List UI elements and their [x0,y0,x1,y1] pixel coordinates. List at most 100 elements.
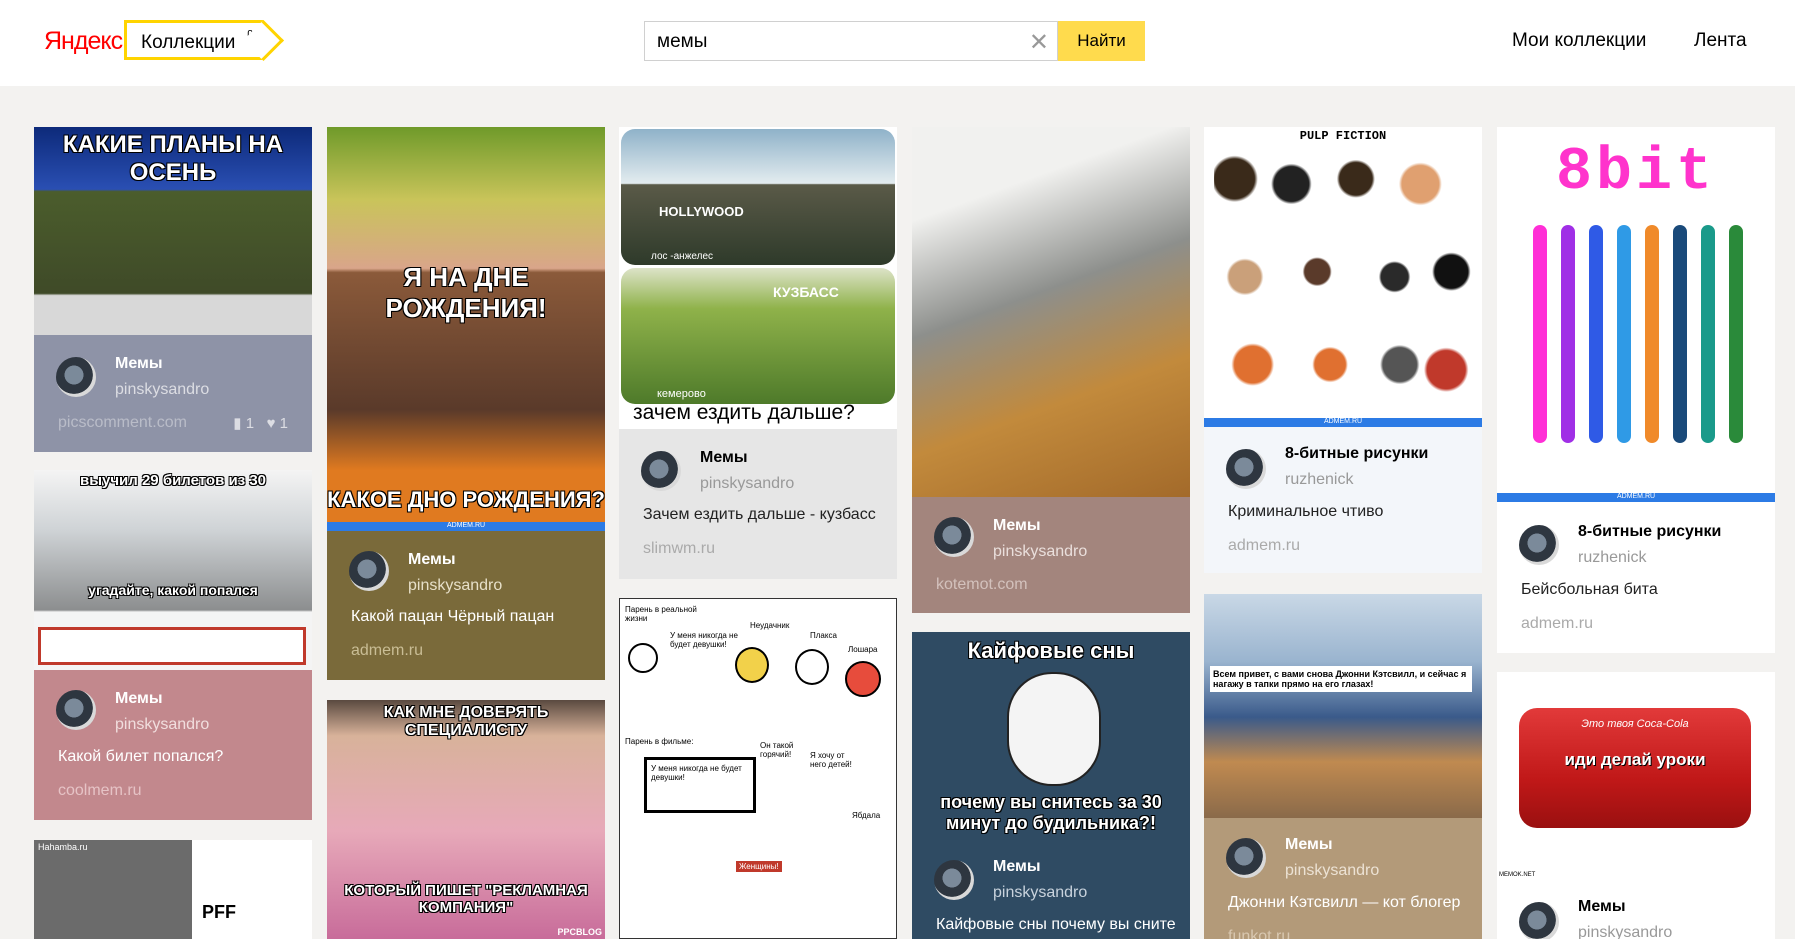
comic-text: Парень в реальной жизни [625,605,697,623]
card-title[interactable]: Джонни Кэтсвилл — кот блогер [1228,894,1468,912]
user-name[interactable]: pinskysandro [993,543,1087,561]
collection-name[interactable]: Мемы [1285,836,1333,854]
card-image[interactable]: КАК МНЕ ДОВЕРЯТЬ СПЕЦИАЛИСТУ КОТОРЫЙ ПИШ… [327,700,605,939]
watermark: ADMEM.RU [1204,418,1482,427]
bookmark-icon[interactable]: ▮ [233,415,241,432]
card-title[interactable]: Бейсбольная бита [1521,581,1761,599]
card[interactable]: Это твоя Coca-Cola иди делай уроки MEMOK… [1497,672,1775,939]
avatar[interactable] [56,690,96,730]
source-link[interactable]: picscomment.com [58,414,187,432]
user-name[interactable]: ruzhenick [1285,471,1353,489]
collection-name[interactable]: Мемы [1578,898,1626,916]
avatar[interactable] [56,357,96,397]
card-image[interactable]: PULP FICTION ADMEM.RU [1204,127,1482,427]
card[interactable]: Всем привет, с вами снова Джонни Кэтсвил… [1204,594,1482,939]
avatar[interactable] [1519,902,1559,939]
card-image[interactable]: Это твоя Coca-Cola иди делай уроки MEMOK… [1497,672,1775,882]
collection-name[interactable]: 8-битные рисунки [1578,523,1721,541]
bat-shape [1701,225,1715,443]
collections-logo[interactable]: Коллекции β [124,19,285,62]
bookmark-count: 1 [245,415,255,432]
card[interactable]: КАКИЕ ПЛАНЫ НА ОСЕНЬ Мемы pinskysandro p… [34,127,312,452]
card-image[interactable]: Я НА ДНЕ РОЖДЕНИЯ! КАКОЕ ДНО РОЖДЕНИЯ? A… [327,127,605,531]
user-name[interactable]: pinskysandro [115,381,209,399]
card[interactable]: Кайфовые сны почему вы снитесь за 30 мин… [912,632,1190,939]
header: Яндекс Коллекции β ✕ Найти Мои коллекции… [0,0,1795,86]
source-link[interactable]: admem.ru [1521,615,1593,633]
my-collections-link[interactable]: Мои коллекции [1512,30,1646,52]
collection-name[interactable]: Мемы [115,690,163,708]
clear-icon[interactable]: ✕ [1029,28,1049,57]
user-name[interactable]: pinskysandro [408,577,502,595]
user-name[interactable]: ruzhenick [1578,549,1646,567]
feed-link[interactable]: Лента [1694,30,1747,52]
avatar[interactable] [349,551,389,591]
user-name[interactable]: pinskysandro [993,884,1087,902]
card[interactable]: Я НА ДНЕ РОЖДЕНИЯ! КАКОЕ ДНО РОЖДЕНИЯ? A… [327,127,605,680]
comic-text: Неудачник [750,621,790,630]
bat-shape [1617,225,1631,443]
collection-name[interactable]: 8-битные рисунки [1285,445,1428,463]
user-name[interactable]: pinskysandro [700,475,794,493]
card-image[interactable]: 8bit ADMEM.RU [1497,127,1775,502]
card[interactable]: Hahamba.ru PFF [34,840,312,939]
meme-caption: PFF [202,902,236,922]
avatar[interactable] [1226,838,1266,878]
card[interactable]: КАК МНЕ ДОВЕРЯТЬ СПЕЦИАЛИСТУ КОТОРЫЙ ПИШ… [327,700,605,939]
place-caption: лос -анжелес [651,251,714,262]
card-title[interactable]: Криминальное чтиво [1228,503,1468,521]
source-link[interactable]: kotemot.com [936,576,1028,594]
rage-face-icon [845,661,881,697]
collection-name[interactable]: Мемы [993,858,1041,876]
meme-caption-top: КАК МНЕ ДОВЕРЯТЬ СПЕЦИАЛИСТУ [383,704,549,739]
card[interactable]: 8bit ADMEM.RU 8-битные рисунки ruzhenick… [1497,127,1775,653]
source-link[interactable]: slimwm.ru [643,540,715,558]
card-image[interactable]: Hahamba.ru PFF [34,840,312,939]
collection-name[interactable]: Мемы [408,551,456,569]
comic-text: Ябдала [852,811,881,820]
user-name[interactable]: pinskysandro [115,716,209,734]
like-count: 1 [279,415,288,432]
card[interactable]: выучил 29 билетов из 30 угадайте, какой … [34,470,312,820]
card[interactable]: Парень в реальной жизни У меня никогда н… [619,598,897,939]
bit-logo-text: 8bit [1555,139,1717,207]
card-title[interactable]: Какой билет попался? [58,748,298,766]
avatar[interactable] [1519,525,1559,565]
card[interactable]: PULP FICTION ADMEM.RU 8-битные рисунки r… [1204,127,1482,573]
user-name[interactable]: pinskysandro [1578,924,1672,939]
card-title[interactable]: Зачем ездить дальше - кузбасс [643,506,883,524]
source-link[interactable]: coolmem.ru [58,782,142,800]
card-image[interactable]: КАКИЕ ПЛАНЫ НА ОСЕНЬ [34,127,312,335]
yandex-logo[interactable]: Яндекс [44,27,123,56]
avatar[interactable] [934,860,974,900]
card-title[interactable]: Кайфовые сны почему вы снитесь [936,916,1176,934]
source-link[interactable]: admem.ru [351,642,423,660]
card-image[interactable]: Кайфовые сны почему вы снитесь за 30 мин… [912,632,1190,842]
search-input[interactable] [655,30,999,54]
pixel-art [1214,153,1472,411]
rage-face-icon [628,643,658,673]
card[interactable]: HOLLYWOOD лос -анжелес КУЗБАСС кемерово … [619,127,897,579]
source-link[interactable]: admem.ru [1228,537,1300,555]
avatar[interactable] [1226,449,1266,489]
card[interactable]: Мемы pinskysandro kotemot.com [912,127,1190,613]
collection-name[interactable]: Мемы [993,517,1041,535]
card-image[interactable]: Парень в реальной жизни У меня никогда н… [620,599,896,938]
heart-icon[interactable]: ♥ [267,415,276,432]
comic-text: Женщины! [736,861,782,872]
comment-box [38,627,306,665]
collection-name[interactable]: Мемы [115,355,163,373]
card-image[interactable]: выучил 29 билетов из 30 угадайте, какой … [34,470,312,670]
source-link[interactable]: funkot.ru [1228,928,1290,939]
search-button[interactable]: Найти [1058,21,1145,61]
bat-shape [1561,225,1575,443]
card-image[interactable]: HOLLYWOOD лос -анжелес КУЗБАСС кемерово … [619,127,897,429]
collection-name[interactable]: Мемы [700,449,748,467]
card-title[interactable]: Какой пацан Чёрный пацан [351,608,591,626]
card-image[interactable] [912,127,1190,497]
card-image[interactable]: Всем привет, с вами снова Джонни Кэтсвил… [1204,594,1482,818]
avatar[interactable] [934,517,974,557]
comic-text: Он такой горячий! [760,741,794,759]
avatar[interactable] [641,451,681,491]
user-name[interactable]: pinskysandro [1285,862,1379,880]
